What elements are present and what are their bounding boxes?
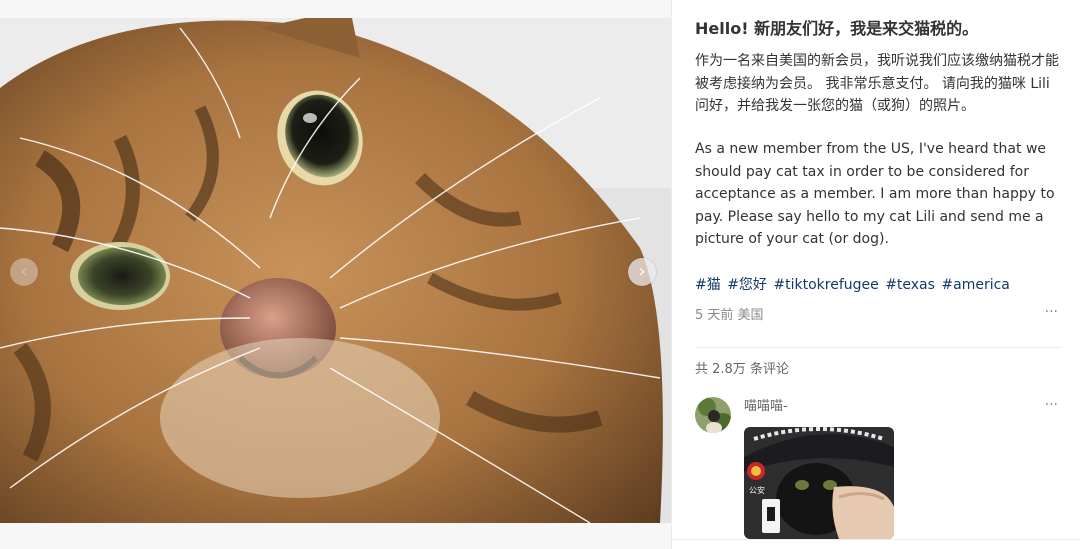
panel-bottom-divider: [672, 539, 1080, 540]
post-body-chinese: 作为一名来自美国的新会员，我听说我们应该缴纳猫税才能被考虑接纳为会员。 我非常乐…: [695, 53, 1059, 114]
next-image-button[interactable]: ›: [628, 258, 656, 286]
comment-count: 共 2.8万 条评论: [695, 362, 789, 377]
chevron-right-icon: ›: [638, 261, 646, 282]
chevron-left-icon: ‹: [20, 261, 28, 282]
hashtag-list: #猫 #您好 #tiktokrefugee #texas #america: [695, 274, 1065, 296]
hashtag-link[interactable]: #texas: [885, 277, 935, 293]
divider: [695, 347, 1062, 348]
cat-photo-illustration: [0, 18, 671, 523]
previous-image-button[interactable]: ‹: [10, 258, 38, 286]
comment-image-attachment[interactable]: 公安: [744, 427, 894, 539]
commenter-avatar[interactable]: [695, 397, 731, 433]
hashtag-link[interactable]: #猫: [695, 277, 721, 293]
post-detail-panel: Hello! 新朋友们好，我是来交猫税的。 作为一名来自美国的新会员，我听说我们…: [671, 0, 1080, 549]
commenter-name[interactable]: 喵喵喵-: [744, 397, 788, 417]
police-cat-meme-image: 公安: [744, 427, 894, 539]
post-meta-date-location: 5 天前 美国: [695, 308, 764, 323]
avatar-image: [695, 397, 731, 433]
comment-more-options-icon[interactable]: ···: [1045, 397, 1058, 413]
hashtag-link[interactable]: #america: [941, 277, 1009, 293]
hashtag-link[interactable]: #tiktokrefugee: [773, 277, 878, 293]
post-body-english: As a new member from the US, I've heard …: [695, 141, 1055, 247]
post-more-options-icon[interactable]: ···: [1045, 304, 1058, 320]
post-photo[interactable]: ‹ ›: [0, 18, 671, 523]
badge-text: 公安: [749, 485, 765, 495]
hashtag-link[interactable]: #您好: [727, 277, 767, 293]
post-title: Hello! 新朋友们好，我是来交猫税的。: [695, 19, 979, 38]
